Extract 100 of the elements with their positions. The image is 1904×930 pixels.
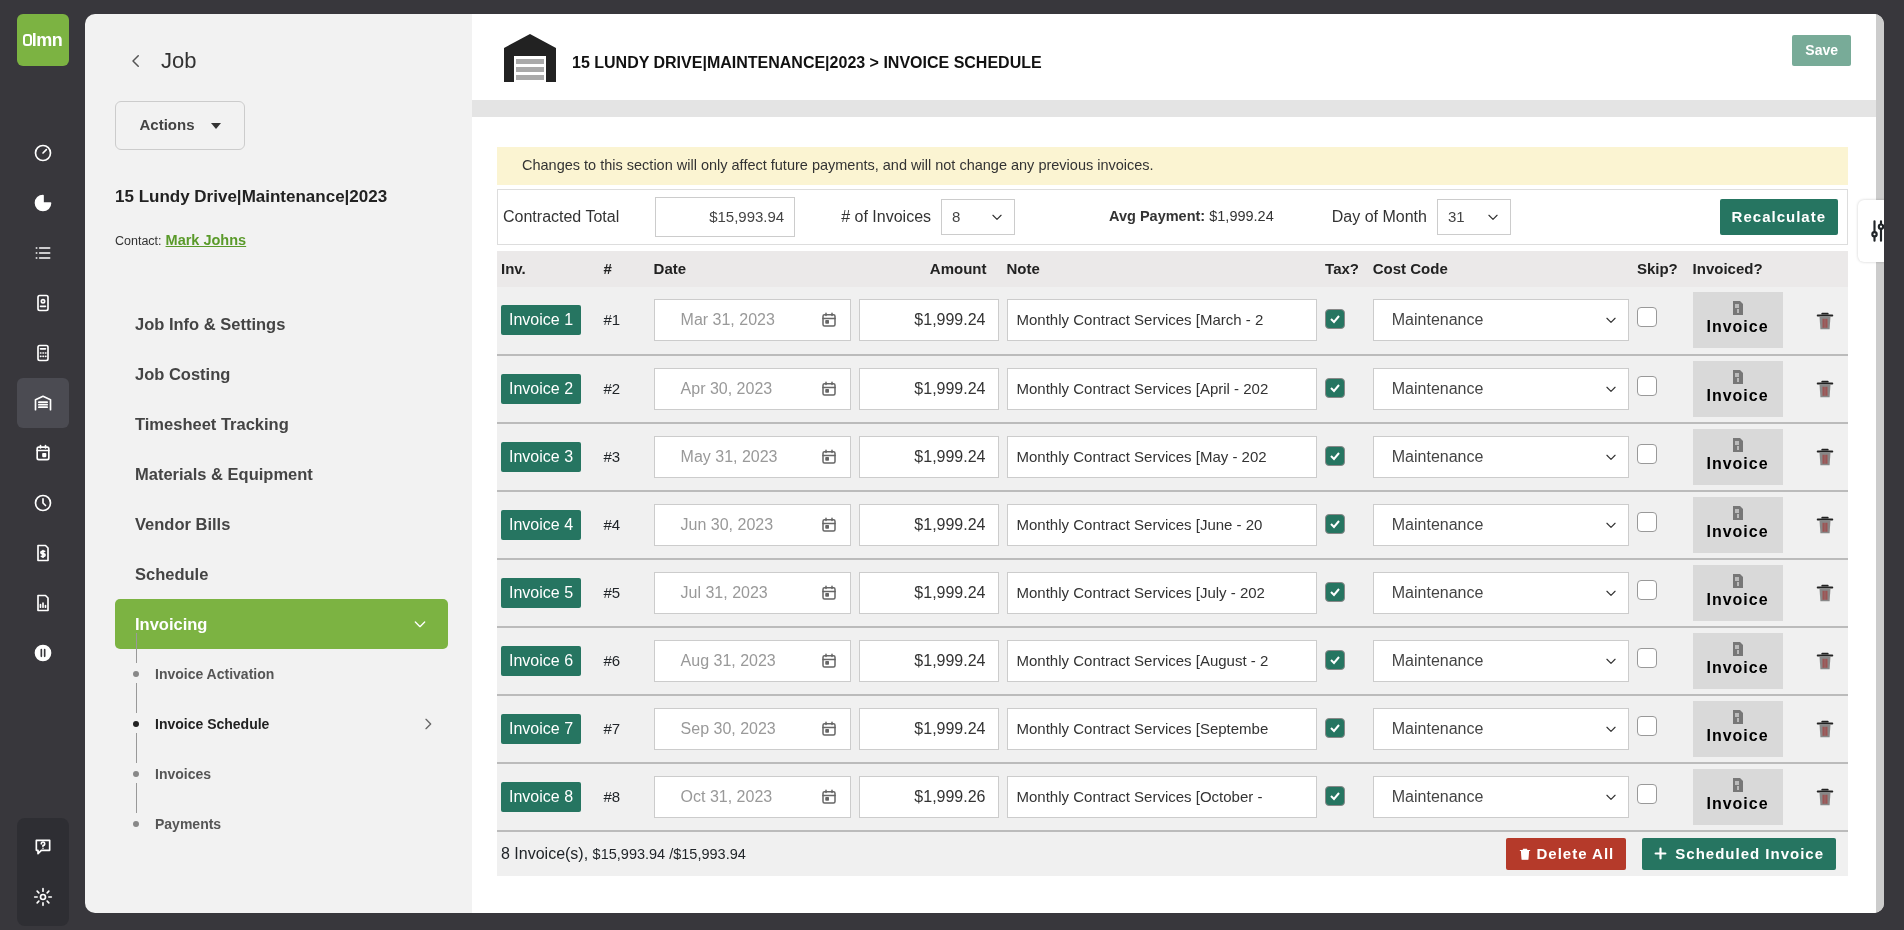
contact-label: Contact: bbox=[115, 232, 162, 250]
amount-field[interactable]: $1,999.24 bbox=[858, 571, 999, 614]
tax-checkbox[interactable] bbox=[1325, 717, 1346, 738]
add-scheduled-invoice-button[interactable]: Scheduled Invoice bbox=[1642, 837, 1836, 870]
amount-field[interactable]: $1,999.24 bbox=[858, 503, 999, 546]
contracted-total-field[interactable]: $15,993.94 bbox=[655, 196, 796, 237]
calendar-icon[interactable] bbox=[819, 719, 838, 738]
garage-icon[interactable] bbox=[32, 393, 53, 413]
cost-code-select[interactable]: Maintenance bbox=[1372, 503, 1629, 546]
cost-code-select[interactable]: Maintenance bbox=[1372, 707, 1629, 750]
invoice-button[interactable]: Invoice 5 bbox=[501, 577, 582, 608]
cost-code-select[interactable]: Maintenance bbox=[1372, 299, 1629, 342]
document-icon bbox=[1732, 437, 1743, 452]
clock-icon[interactable] bbox=[32, 493, 53, 513]
check-icon bbox=[1329, 313, 1342, 325]
recalculate-button[interactable]: Recalculate bbox=[1719, 198, 1838, 235]
create-invoice-button[interactable]: Invoice bbox=[1692, 768, 1783, 825]
settings-icon[interactable] bbox=[32, 887, 53, 907]
note-field[interactable]: Monthly Contract Services [May - 202 bbox=[1006, 435, 1318, 478]
note-field[interactable]: Monthly Contract Services [August - 2 bbox=[1006, 639, 1318, 682]
nav-item[interactable]: Job Costing bbox=[115, 349, 448, 400]
note-field[interactable]: Monthly Contract Services [July - 202 bbox=[1006, 571, 1318, 614]
invoice-button[interactable]: Invoice 6 bbox=[501, 645, 582, 676]
gauge-icon[interactable] bbox=[32, 143, 53, 163]
calendar-icon[interactable] bbox=[819, 515, 838, 534]
note-field[interactable]: Monthly Contract Services [Septembe bbox=[1006, 707, 1318, 750]
column-header: Inv. bbox=[497, 250, 600, 287]
create-invoice-button[interactable]: Invoice bbox=[1692, 292, 1783, 349]
column-header: Cost Code bbox=[1368, 250, 1633, 287]
sub-nav-item[interactable]: Invoice Schedule bbox=[155, 711, 448, 738]
field-label: Avg Payment: bbox=[1109, 207, 1206, 224]
invoice-button[interactable]: Invoice 4 bbox=[501, 509, 582, 540]
nav-item[interactable]: Materials & Equipment bbox=[115, 449, 448, 500]
sub-nav-item[interactable]: Invoices bbox=[155, 761, 448, 788]
document-icon bbox=[1732, 573, 1743, 588]
skip-checkbox[interactable] bbox=[1636, 511, 1657, 532]
invoice-button[interactable]: Invoice 1 bbox=[501, 305, 582, 336]
field-label: # of Invoices bbox=[841, 206, 932, 227]
create-invoice-button[interactable]: Invoice bbox=[1692, 428, 1783, 485]
skip-checkbox[interactable] bbox=[1636, 715, 1657, 736]
notice-banner: Changes to this section will only affect future payments, and will not change any previous invoices. bbox=[497, 147, 1848, 185]
tax-checkbox[interactable] bbox=[1325, 785, 1346, 806]
cost-code-select[interactable]: Maintenance bbox=[1372, 775, 1629, 818]
invoice-button[interactable]: Invoice 7 bbox=[501, 713, 582, 744]
skip-checkbox[interactable] bbox=[1636, 307, 1657, 327]
skip-checkbox[interactable] bbox=[1636, 647, 1657, 668]
note-field[interactable]: Monthly Contract Services [October - bbox=[1006, 775, 1318, 818]
amount-field[interactable]: $1,999.24 bbox=[858, 639, 999, 682]
skip-checkbox[interactable] bbox=[1636, 443, 1657, 464]
tax-checkbox[interactable] bbox=[1325, 377, 1346, 398]
skip-checkbox[interactable] bbox=[1636, 375, 1657, 396]
page-title: Job bbox=[161, 47, 197, 75]
tax-checkbox[interactable] bbox=[1325, 309, 1346, 329]
cost-code-select[interactable]: Maintenance bbox=[1372, 639, 1629, 682]
create-invoice-button[interactable]: Invoice bbox=[1692, 496, 1783, 553]
sub-nav-item[interactable]: Payments bbox=[155, 811, 448, 838]
create-invoice-button[interactable]: Invoice bbox=[1692, 360, 1783, 417]
nav-item[interactable]: Job Info & Settings bbox=[115, 299, 448, 350]
calendar-icon[interactable] bbox=[819, 787, 838, 806]
tax-checkbox[interactable] bbox=[1325, 445, 1346, 466]
amount-field[interactable]: $1,999.24 bbox=[858, 367, 999, 410]
calendar-icon[interactable] bbox=[819, 583, 838, 602]
create-invoice-button[interactable]: Invoice bbox=[1692, 632, 1783, 689]
calendar-icon[interactable] bbox=[819, 651, 838, 670]
create-invoice-button[interactable]: Invoice bbox=[1692, 564, 1783, 621]
amount-field[interactable]: $1,999.24 bbox=[858, 707, 999, 750]
amount-field[interactable]: $1,999.26 bbox=[858, 775, 999, 818]
tax-checkbox[interactable] bbox=[1325, 581, 1346, 602]
calendar-icon[interactable] bbox=[819, 447, 838, 466]
nav-item[interactable]: Timesheet Tracking bbox=[115, 399, 448, 450]
tax-checkbox[interactable] bbox=[1325, 649, 1346, 670]
cost-code-select[interactable]: Maintenance bbox=[1372, 435, 1629, 478]
invoice-button[interactable]: Invoice 8 bbox=[501, 781, 582, 812]
pie-chart-icon[interactable] bbox=[32, 193, 53, 213]
cost-code-select[interactable]: Maintenance bbox=[1372, 571, 1629, 614]
amount-field[interactable]: $1,999.24 bbox=[858, 299, 999, 342]
document-icon bbox=[1732, 301, 1743, 316]
cost-code-select[interactable]: Maintenance bbox=[1372, 367, 1629, 410]
invoice-number: #5 bbox=[603, 583, 621, 601]
invoice-button[interactable]: Invoice 2 bbox=[501, 373, 582, 404]
actions-button[interactable]: Actions bbox=[115, 101, 245, 150]
invoices-select[interactable]: 8 bbox=[941, 198, 1016, 235]
amount-field[interactable]: $1,999.24 bbox=[858, 435, 999, 478]
note-field[interactable]: Monthly Contract Services [June - 20 bbox=[1006, 503, 1318, 546]
note-field[interactable]: Monthly Contract Services [April - 202 bbox=[1006, 367, 1318, 410]
day-select[interactable]: 31 bbox=[1436, 198, 1511, 235]
create-invoice-button[interactable]: Invoice bbox=[1692, 700, 1783, 757]
nav-item[interactable]: Schedule bbox=[115, 549, 448, 600]
nav-item[interactable]: Vendor Bills bbox=[115, 499, 448, 550]
tax-checkbox[interactable] bbox=[1325, 513, 1346, 534]
calendar-icon[interactable] bbox=[819, 379, 838, 398]
sub-nav-item[interactable]: Invoice Activation bbox=[155, 661, 448, 688]
skip-checkbox[interactable] bbox=[1636, 783, 1657, 804]
invoice-button[interactable]: Invoice 3 bbox=[501, 441, 582, 472]
delete-all-button[interactable]: Delete All bbox=[1506, 837, 1627, 870]
document-icon bbox=[1732, 369, 1743, 384]
calendar-icon[interactable] bbox=[819, 311, 838, 330]
skip-checkbox[interactable] bbox=[1636, 579, 1657, 600]
avg-payment-value: $1,999.24 bbox=[1209, 207, 1274, 224]
note-field[interactable]: Monthly Contract Services [March - 2 bbox=[1006, 299, 1318, 342]
